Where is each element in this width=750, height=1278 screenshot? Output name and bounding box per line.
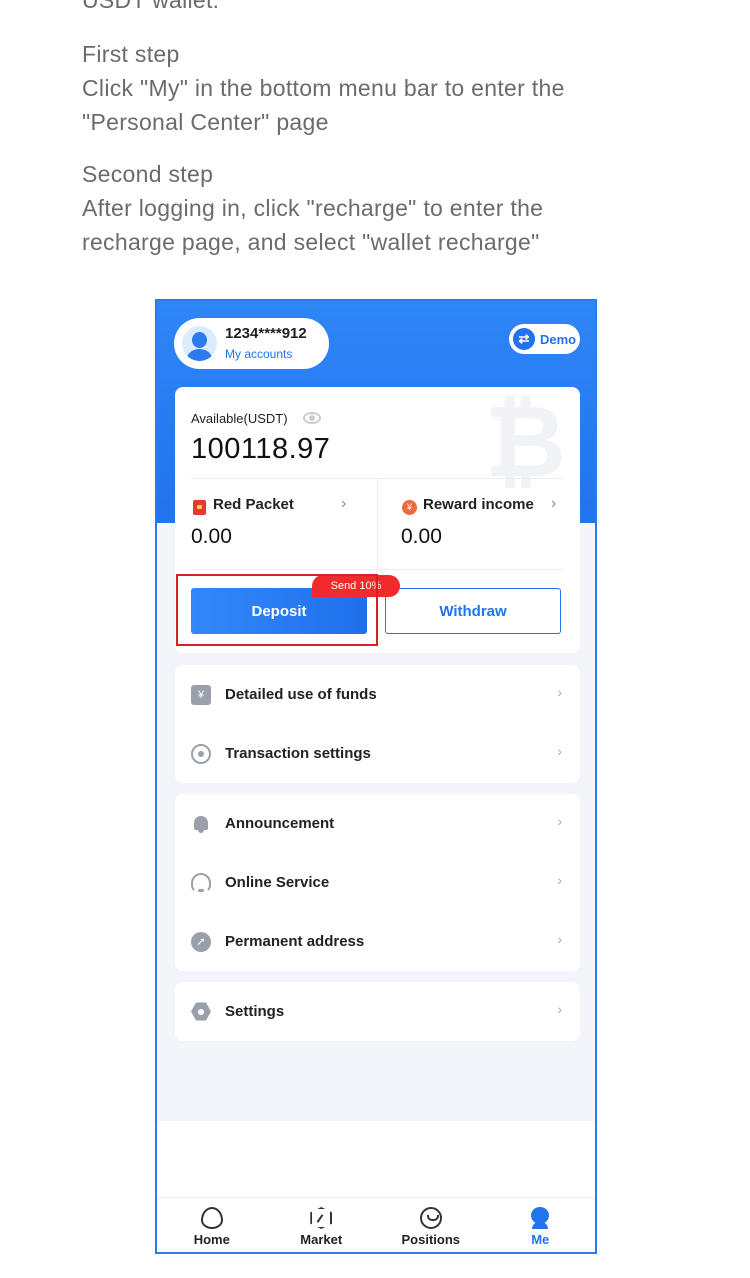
my-accounts-link[interactable]: My accounts (225, 345, 307, 363)
positions-icon (419, 1207, 442, 1229)
bell-icon (191, 814, 211, 834)
headset-icon (191, 872, 211, 893)
tab-home[interactable]: Home (157, 1198, 267, 1252)
tab-label: Me (531, 1232, 550, 1247)
avatar (182, 326, 217, 361)
divider (191, 569, 564, 570)
bitcoin-watermark-icon: ₿ (484, 386, 567, 498)
transaction-settings-icon (191, 743, 211, 764)
bonus-badge: Send 10% (312, 575, 400, 597)
tab-me[interactable]: Me (486, 1198, 596, 1252)
menu-item-label: Detailed use of funds (225, 686, 377, 703)
balance-card: ₿ Available(USDT) 100118.97 Red Packet ›… (175, 387, 580, 653)
step-two-text: After logging in, click "recharge" to en… (82, 195, 544, 255)
bottom-tab-bar: Home Market Positions Me (157, 1197, 596, 1252)
market-icon (310, 1207, 333, 1229)
withdraw-button[interactable]: Withdraw (385, 588, 561, 634)
chevron-right-icon[interactable]: › (551, 495, 556, 513)
chevron-right-icon: › (557, 684, 562, 700)
available-balance-value: 100118.97 (191, 433, 331, 465)
step-two-title: Second step (82, 161, 214, 187)
chevron-right-icon[interactable]: › (341, 495, 346, 513)
menu-item-label: Permanent address (225, 933, 365, 950)
chevron-right-icon: › (557, 743, 562, 759)
reward-icon: ¥ (402, 500, 417, 515)
menu-item-settings[interactable]: Settings › (175, 982, 580, 1041)
step-one: First step Click "My" in the bottom menu… (82, 37, 642, 139)
settings-icon (191, 1002, 211, 1021)
menu-item-label: Settings (225, 1003, 285, 1020)
menu-item-label: Transaction settings (225, 745, 371, 762)
menu-group-settings: Settings › (175, 982, 580, 1041)
me-icon (529, 1207, 551, 1229)
account-pill[interactable]: 1234****912 My accounts (174, 318, 329, 369)
menu-item-permanent-address[interactable]: ➚ Permanent address › (175, 912, 580, 971)
menu-item-label: Online Service (225, 874, 330, 891)
swap-icon: ⇄ (513, 328, 535, 350)
clipped-text-line: USDT wallet. (82, 0, 220, 13)
menu-item-announcement[interactable]: Announcement › (175, 794, 580, 853)
account-number: 1234****912 (225, 324, 307, 342)
phone-screenshot: 1234****912 My accounts ⇄ Demo ₿ Availab… (155, 299, 597, 1254)
reward-income-value: 0.00 (401, 525, 442, 548)
step-two: Second step After logging in, click "rec… (82, 157, 642, 259)
tab-label: Positions (401, 1232, 460, 1247)
tab-label: Home (193, 1232, 230, 1247)
menu-item-label: Announcement (225, 815, 335, 832)
tab-positions[interactable]: Positions (376, 1198, 486, 1252)
reward-income-label[interactable]: Reward income (423, 496, 534, 513)
red-packet-value: 0.00 (191, 525, 232, 548)
red-packet-icon (193, 500, 206, 515)
address-icon: ➚ (191, 931, 211, 952)
available-balance-label: Available(USDT) (191, 411, 288, 426)
tab-label: Market (300, 1232, 343, 1247)
home-icon (200, 1207, 223, 1229)
menu-item-detailed-use-of-funds[interactable]: ¥ Detailed use of funds › (175, 665, 580, 724)
red-packet-label[interactable]: Red Packet (213, 496, 294, 513)
menu-item-online-service[interactable]: Online Service › (175, 853, 580, 912)
menu-group-funds: ¥ Detailed use of funds › Transaction se… (175, 665, 580, 783)
step-one-title: First step (82, 41, 180, 67)
chevron-right-icon: › (557, 872, 562, 888)
chevron-right-icon: › (557, 813, 562, 829)
eye-icon[interactable] (303, 412, 321, 424)
tab-market[interactable]: Market (267, 1198, 377, 1252)
demo-label: Demo (540, 331, 577, 347)
divider (377, 479, 378, 569)
menu-item-transaction-settings[interactable]: Transaction settings › (175, 724, 580, 783)
step-one-text: Click "My" in the bottom menu bar to ent… (82, 75, 565, 135)
chevron-right-icon: › (557, 931, 562, 947)
chevron-right-icon: › (557, 1001, 562, 1017)
funds-icon: ¥ (191, 684, 211, 705)
demo-toggle-button[interactable]: ⇄ Demo (509, 324, 580, 354)
menu-group-support: Announcement › Online Service › ➚ Perman… (175, 794, 580, 971)
